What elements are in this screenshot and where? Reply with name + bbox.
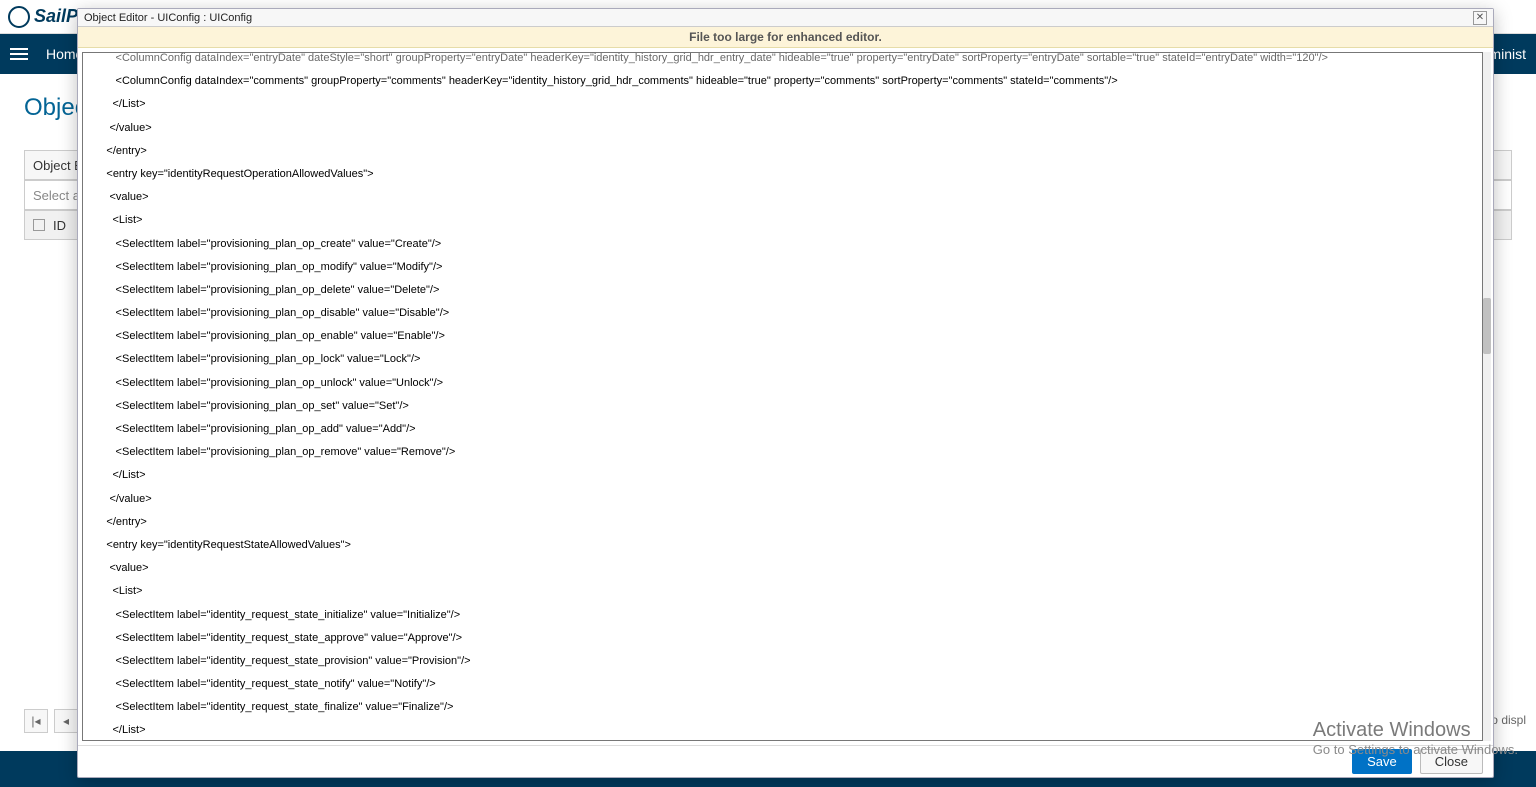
menu-icon[interactable] <box>10 45 28 63</box>
close-icon[interactable]: ✕ <box>1473 11 1487 25</box>
pager: |◂ ◂ <box>24 709 78 733</box>
save-button[interactable]: Save <box>1352 749 1412 774</box>
pager-first[interactable]: |◂ <box>24 709 48 733</box>
select-all-checkbox[interactable] <box>33 219 45 231</box>
warning-bar: File too large for enhanced editor. <box>78 27 1493 48</box>
modal-titlebar: Object Editor - UIConfig : UIConfig ✕ <box>78 9 1493 27</box>
close-button[interactable]: Close <box>1420 749 1483 774</box>
editor-scrollbar[interactable] <box>1483 52 1491 741</box>
pager-prev[interactable]: ◂ <box>54 709 78 733</box>
column-id: ID <box>53 218 66 233</box>
xml-editor[interactable]: <ColumnConfig dataIndex="entryDate" date… <box>82 52 1483 741</box>
object-editor-modal: Object Editor - UIConfig : UIConfig ✕ Fi… <box>77 8 1494 778</box>
modal-footer: Save Close <box>78 745 1493 777</box>
modal-title-text: Object Editor - UIConfig : UIConfig <box>84 12 252 24</box>
scrollbar-thumb[interactable] <box>1483 298 1491 354</box>
